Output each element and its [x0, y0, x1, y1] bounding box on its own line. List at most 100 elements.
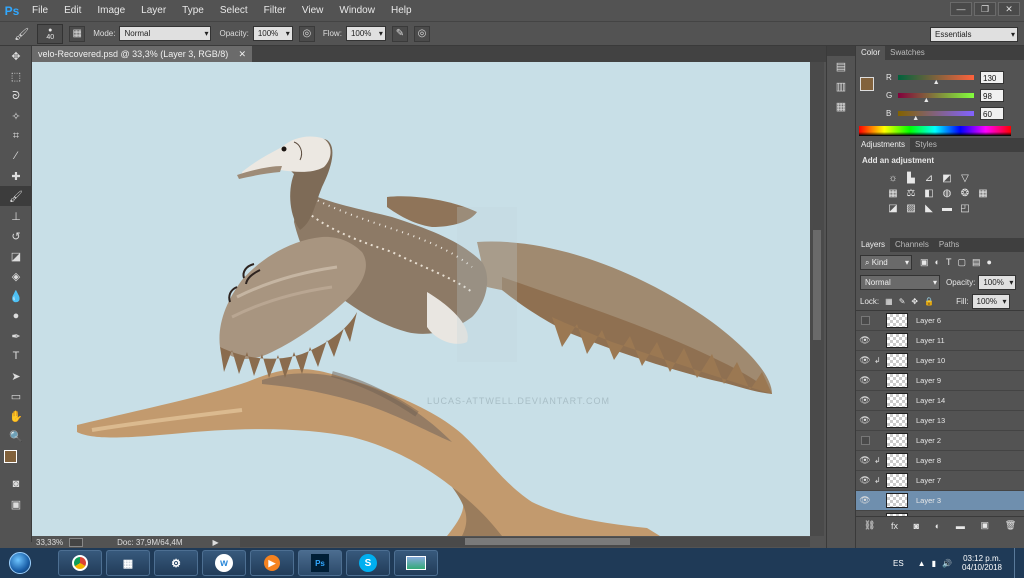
layer-row[interactable]: Layer 2 — [856, 431, 1024, 451]
opacity-dropdown[interactable]: 100% — [252, 26, 293, 41]
tray-arrow-icon[interactable]: ▲ — [918, 559, 926, 568]
healing-brush-tool-icon[interactable]: ✚ — [0, 166, 32, 186]
hsl-icon[interactable]: ▦ — [886, 186, 900, 200]
calculator-icon[interactable]: ▦ — [106, 550, 150, 576]
layer-name[interactable]: Layer 3 — [916, 496, 941, 505]
threshold-icon[interactable]: ◣ — [922, 201, 936, 215]
visibility-eye-icon[interactable]: 👁 — [856, 395, 874, 406]
layer-opacity-field[interactable]: 100% — [978, 274, 1017, 290]
volume-icon[interactable]: 🔊 — [942, 559, 952, 568]
vertical-scroll-thumb[interactable] — [813, 230, 821, 340]
layers-list[interactable]: Layer 6 👁 Layer 11 👁 ↲ Layer 10 👁 Layer 9 👁 Layer… — [856, 310, 1024, 516]
brush-panel-icon[interactable]: ▦ — [69, 25, 86, 42]
menu-file[interactable]: File — [24, 0, 56, 21]
zoom-tool-icon[interactable]: 🔍 — [0, 426, 32, 446]
foreground-color-swatch[interactable] — [4, 450, 17, 463]
filter-shape-icon[interactable]: ▢ — [957, 257, 966, 268]
selective-color-icon[interactable]: ◰ — [958, 201, 972, 215]
layer-name[interactable]: Layer 7 — [916, 476, 941, 485]
tab-adjustments[interactable]: Adjustments — [856, 138, 911, 152]
document-tab[interactable]: velo-Recovered.psd @ 33,3% (Layer 3, RGB… — [32, 46, 252, 62]
layer-blend-mode-dropdown[interactable]: Normal — [860, 274, 940, 290]
tab-channels[interactable]: Channels — [890, 238, 934, 252]
close-button[interactable]: ✕ — [998, 2, 1020, 16]
clone-stamp-tool-icon[interactable]: ⊥ — [0, 206, 32, 226]
zoom-level[interactable]: 33,33% — [36, 538, 63, 547]
layer-row[interactable]: Layer 6 — [856, 311, 1024, 331]
menu-type[interactable]: Type — [174, 0, 212, 21]
layer-fill-field[interactable]: 100% — [971, 293, 1010, 309]
show-desktop-button[interactable] — [1014, 548, 1024, 578]
blue-slider-knob[interactable]: ▲ — [912, 115, 919, 122]
filter-smart-object-icon[interactable]: ▤ — [972, 257, 981, 268]
horizontal-scroll-thumb[interactable] — [465, 538, 630, 545]
dodge-tool-icon[interactable]: ● — [0, 306, 32, 326]
menu-layer[interactable]: Layer — [133, 0, 174, 21]
visibility-eye-icon[interactable]: 👁 — [856, 335, 874, 346]
menu-help[interactable]: Help — [383, 0, 420, 21]
photo-filter-icon[interactable]: ◍ — [940, 186, 954, 200]
status-icon[interactable] — [69, 537, 84, 547]
status-menu-arrow-icon[interactable]: ▶ — [213, 538, 219, 547]
tab-color[interactable]: Color — [856, 46, 886, 60]
minimize-button[interactable]: — — [950, 2, 972, 16]
pen-tool-icon[interactable]: ✒ — [0, 326, 32, 346]
start-button[interactable] — [0, 548, 40, 578]
layer-style-icon[interactable]: fx — [891, 521, 898, 531]
hand-tool-icon[interactable]: ✋ — [0, 406, 32, 426]
path-selection-tool-icon[interactable]: ➤ — [0, 366, 32, 386]
restore-button[interactable]: ❐ — [974, 2, 996, 16]
brush-preset-picker[interactable]: ● 40 — [37, 23, 64, 44]
curves-icon[interactable]: ⊿ — [922, 171, 936, 185]
brush-tool-icon[interactable]: 🖌 — [14, 27, 29, 41]
eraser-tool-icon[interactable]: ◪ — [0, 246, 32, 266]
layer-thumbnail[interactable] — [886, 473, 908, 488]
photoshop-icon[interactable]: Ps — [298, 550, 342, 576]
move-tool-icon[interactable]: ✥ — [0, 46, 32, 66]
color-lookup-icon[interactable]: ▦ — [976, 186, 990, 200]
screen-mode-icon[interactable]: ▣ — [0, 494, 32, 514]
filter-pixel-icon[interactable]: ▣ — [920, 257, 929, 268]
layer-thumbnail[interactable] — [886, 353, 908, 368]
red-slider-track[interactable]: ▲ — [898, 74, 974, 86]
layer-row[interactable]: 👁 Layer 13 — [856, 411, 1024, 431]
workspace-dropdown[interactable]: Essentials — [930, 27, 1018, 42]
layer-thumbnail[interactable] — [886, 413, 908, 428]
menu-view[interactable]: View — [294, 0, 332, 21]
red-slider-knob[interactable]: ▲ — [933, 79, 940, 86]
lock-transparent-icon[interactable]: ▦ — [885, 297, 893, 306]
layer-row[interactable]: 👁 ↲ Layer 7 — [856, 471, 1024, 491]
panel-foreground-swatch[interactable] — [860, 77, 874, 91]
green-value-field[interactable]: 98 — [980, 88, 1004, 102]
visibility-eye-icon[interactable]: 👁 — [856, 495, 874, 506]
layer-thumbnail[interactable] — [886, 493, 908, 508]
layer-thumbnail[interactable] — [886, 513, 908, 516]
layer-row[interactable]: 👁 ↲ Layer 10 — [856, 351, 1024, 371]
filter-adjustment-icon[interactable]: ◐ — [935, 257, 940, 267]
new-group-icon[interactable]: ▬ — [956, 521, 965, 531]
crop-tool-icon[interactable]: ⌗ — [0, 126, 32, 146]
mode-dropdown[interactable]: Normal — [119, 26, 212, 41]
tab-styles[interactable]: Styles — [910, 138, 942, 152]
invert-icon[interactable]: ◪ — [886, 201, 900, 215]
gradient-map-icon[interactable]: ▬ — [940, 201, 954, 215]
visibility-eye-icon[interactable]: 👁 — [856, 455, 874, 466]
pressure-opacity-icon[interactable]: ◎ — [298, 25, 315, 42]
bw-icon[interactable]: ◧ — [922, 186, 936, 200]
add-mask-icon[interactable]: ◙ — [914, 521, 919, 531]
red-value-field[interactable]: 130 — [980, 70, 1004, 84]
green-slider-track[interactable]: ▲ — [898, 92, 974, 104]
link-layers-icon[interactable]: ⛓ — [864, 520, 875, 531]
layer-thumbnail[interactable] — [886, 453, 908, 468]
layer-name[interactable]: Layer 13 — [916, 416, 945, 425]
menu-edit[interactable]: Edit — [56, 0, 89, 21]
layer-name[interactable]: Layer 6 — [916, 316, 941, 325]
layer-row[interactable]: 👁 Layer 11 — [856, 331, 1024, 351]
layer-row[interactable]: 👁 Layer 9 — [856, 371, 1024, 391]
menu-select[interactable]: Select — [212, 0, 256, 21]
layer-thumbnail[interactable] — [886, 373, 908, 388]
blur-tool-icon[interactable]: 💧 — [0, 286, 32, 306]
settings-icon[interactable]: ⚙ — [154, 550, 198, 576]
layer-kind-filter[interactable]: ⌕ Kind — [860, 254, 912, 270]
menu-image[interactable]: Image — [89, 0, 133, 21]
